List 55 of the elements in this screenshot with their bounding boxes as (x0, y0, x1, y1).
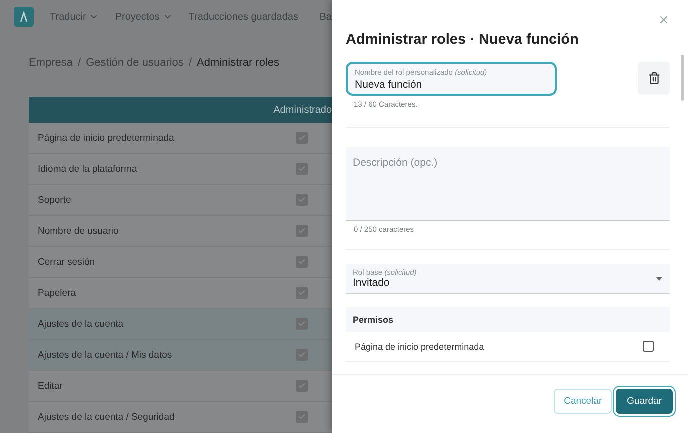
checkbox[interactable] (296, 287, 308, 299)
nav-link[interactable]: Traducciones guardadas (188, 12, 298, 23)
trash-icon (648, 72, 660, 85)
check-icon (298, 382, 306, 390)
nav-link[interactable]: Traducir (50, 12, 100, 23)
close-button[interactable] (658, 14, 670, 26)
row-label: Ajustes de la cuenta / Seguridad (37, 412, 176, 422)
row-label: Ajustes de la cuenta (37, 318, 125, 330)
breadcrumb-separator: / (78, 57, 82, 70)
column-header: Administrado (274, 104, 332, 116)
check-icon (298, 196, 306, 204)
check-icon (298, 289, 306, 297)
breadcrumb-link[interactable]: Gestión de usuarios (86, 57, 184, 70)
row-label: Ajustes de la cuenta / Mis datos (37, 350, 174, 360)
checkbox[interactable] (296, 411, 308, 423)
nav-link[interactable]: Ba (320, 12, 332, 23)
row-label: Idioma de la plataforma (37, 164, 138, 174)
check-icon (298, 227, 306, 235)
drawer-title: Administrar roles · Nueva función (346, 32, 580, 48)
section-title: Permisos (353, 314, 394, 324)
breadcrumb-link[interactable]: Empresa (29, 57, 74, 70)
check-icon (298, 165, 306, 173)
checkbox[interactable] (296, 318, 308, 330)
check-icon (298, 320, 306, 328)
breadcrumb-separator: / (188, 57, 192, 70)
row-label: Cerrar sesión (37, 256, 96, 268)
table-row[interactable]: Ajustes de la cuenta (29, 309, 332, 340)
select-value: Invitado (353, 277, 391, 289)
checkbox[interactable] (296, 256, 308, 268)
row-label: Papelera (37, 288, 78, 298)
logo-icon[interactable] (14, 7, 34, 28)
nav-link[interactable]: Proyectos (115, 12, 173, 23)
row-label: Editar (37, 380, 64, 392)
field-value: Nueva función (355, 79, 424, 91)
checkbox[interactable] (296, 380, 308, 392)
table-row[interactable]: Ajustes de la cuenta / Mis datos (29, 340, 332, 371)
checkbox[interactable] (296, 349, 308, 361)
description-field[interactable]: Descripción (opc.) (346, 147, 670, 221)
scrollbar[interactable] (681, 55, 684, 101)
checkbox[interactable] (296, 194, 308, 206)
row-label: Nombre de usuario (37, 226, 120, 236)
check-icon (298, 258, 306, 266)
checkbox[interactable] (643, 341, 654, 352)
row-label: Página de inicio predeterminada (37, 132, 176, 144)
row-label: Soporte (37, 194, 72, 206)
cancel-button[interactable]: Cancelar (554, 388, 612, 414)
checkbox[interactable] (296, 163, 308, 175)
checkbox[interactable] (296, 225, 308, 237)
check-icon (298, 134, 306, 142)
delete-button[interactable] (638, 62, 670, 95)
check-icon (298, 413, 306, 421)
checkbox[interactable] (296, 132, 308, 144)
permission-label: Página de inicio predeterminada (355, 342, 484, 352)
check-icon (298, 351, 306, 359)
dropdown-caret-icon (656, 276, 663, 280)
